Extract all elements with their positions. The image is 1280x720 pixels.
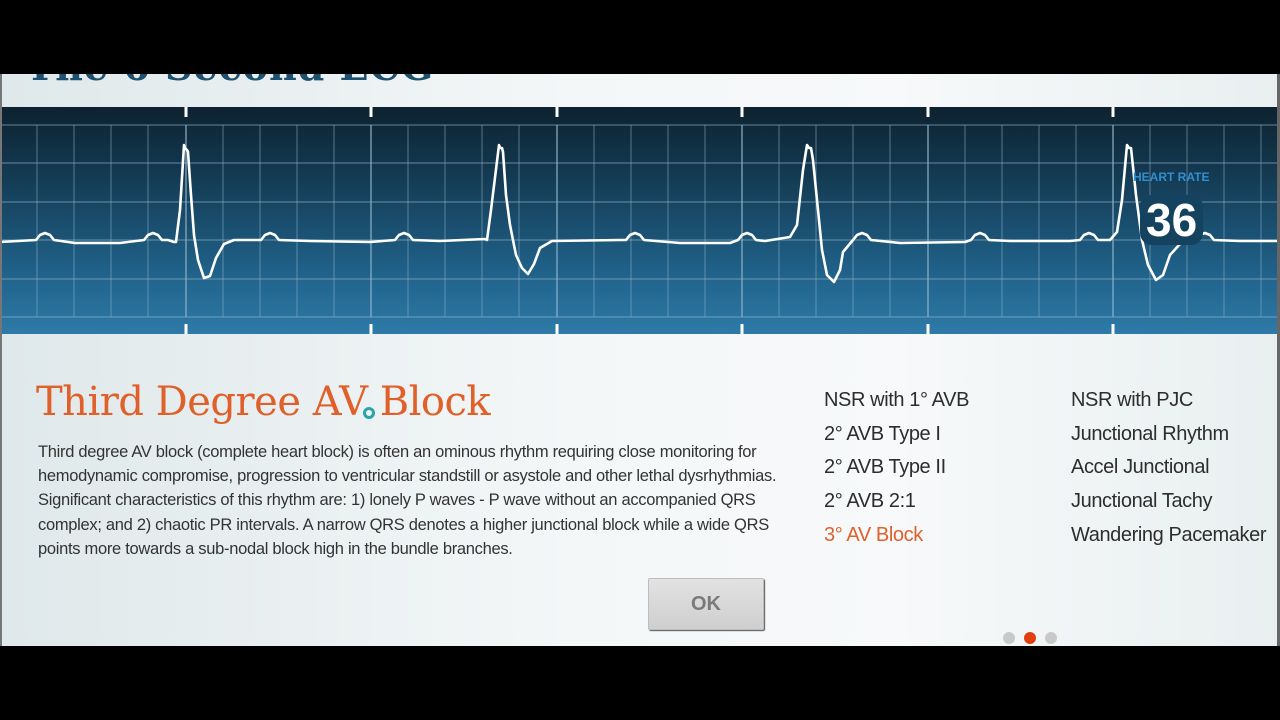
second-tick-marks — [184, 107, 1115, 334]
ecg-trace — [0, 143, 1280, 284]
rhythm-item[interactable]: Junctional Rhythm — [1071, 418, 1266, 452]
rhythm-info-panel: Third Degree AV Block Third degree AV bl… — [0, 334, 1280, 646]
page-dot-3[interactable] — [1045, 632, 1057, 644]
rhythm-item[interactable]: NSR with 1° AVB — [824, 384, 969, 418]
window-edge-left — [0, 74, 2, 646]
rhythm-description: Third degree AV block (complete heart bl… — [38, 443, 777, 558]
busy-cursor-icon — [363, 407, 375, 419]
rhythm-list-column-2: NSR with PJC Junctional Rhythm Accel Jun… — [1071, 384, 1266, 553]
page-indicator — [1003, 632, 1057, 644]
rhythm-list-column-1: NSR with 1° AVB 2° AVB Type I 2° AVB Typ… — [824, 384, 969, 553]
rhythm-item[interactable]: 2° AVB 2:1 — [824, 485, 969, 519]
page-dot-1[interactable] — [1003, 632, 1015, 644]
app-header: The 6 Second ECG — [0, 74, 1280, 107]
heart-rate-label: HEART RATE — [1133, 170, 1210, 184]
rhythm-item-active[interactable]: 3° AV Block — [824, 519, 969, 553]
rhythm-title: Third Degree AV Block — [36, 379, 491, 425]
page-dot-2-active[interactable] — [1024, 632, 1036, 644]
ecg-monitor: HEART RATE 36 — [0, 107, 1280, 334]
heart-rate-value: 36 — [1140, 195, 1204, 245]
rhythm-item[interactable]: 2° AVB Type I — [824, 418, 969, 452]
ok-button[interactable]: OK — [648, 578, 764, 630]
rhythm-item[interactable]: Wandering Pacemaker — [1071, 519, 1266, 553]
ecg-strip — [0, 107, 1280, 334]
rhythm-item[interactable]: NSR with PJC — [1071, 384, 1266, 418]
app-title: The 6 Second ECG — [26, 74, 434, 89]
ecg-app-window: The 6 Second ECG HEART RATE 36 Third Deg… — [0, 74, 1280, 646]
rhythm-item[interactable]: Accel Junctional — [1071, 451, 1266, 485]
rhythm-item[interactable]: 2° AVB Type II — [824, 451, 969, 485]
rhythm-item[interactable]: Junctional Tachy — [1071, 485, 1266, 519]
